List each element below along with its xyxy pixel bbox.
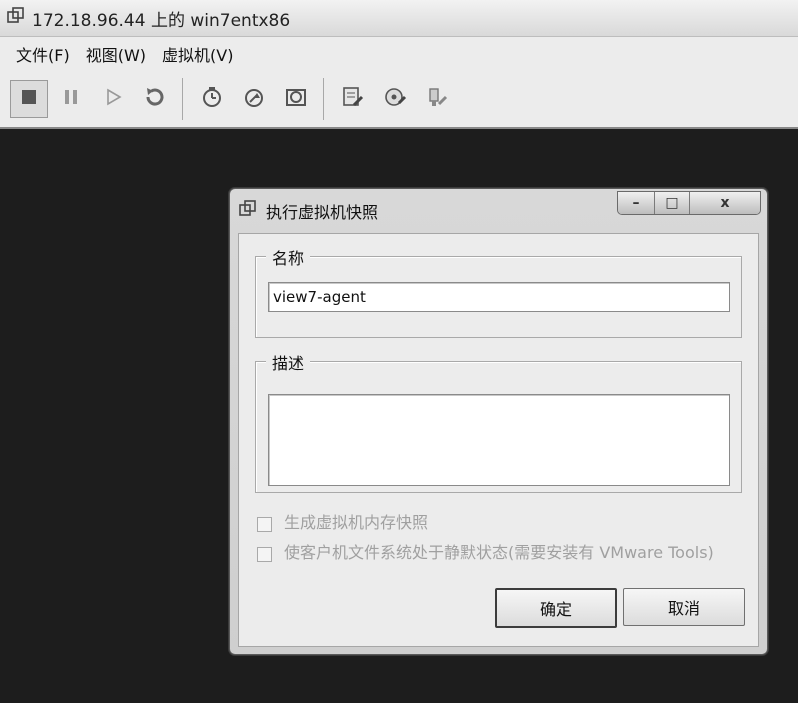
reset-button[interactable] bbox=[136, 80, 174, 118]
take-snapshot-button[interactable] bbox=[193, 80, 231, 118]
suspend-button[interactable] bbox=[52, 80, 90, 118]
memory-snapshot-label: 生成虚拟机内存快照 bbox=[284, 513, 429, 532]
connect-usb-icon bbox=[425, 85, 449, 113]
description-group-label: 描述 bbox=[266, 350, 311, 374]
memory-snapshot-option[interactable]: 生成虚拟机内存快照 bbox=[257, 514, 428, 532]
snapshot-manager-icon bbox=[284, 85, 308, 113]
menu-view[interactable]: 视图(W) bbox=[80, 42, 152, 66]
quiesce-filesystem-option[interactable]: 使客户机文件系统处于静默状态(需要安装有 VMware Tools) bbox=[257, 544, 727, 562]
toolbar-separator bbox=[182, 78, 183, 120]
vmware-app-icon bbox=[6, 6, 26, 30]
revert-snapshot-icon bbox=[242, 85, 266, 113]
edit-settings-icon bbox=[341, 85, 365, 113]
window-controls: – □ x bbox=[617, 191, 761, 215]
power-off-icon bbox=[19, 87, 39, 111]
toolbar-separator bbox=[323, 78, 324, 120]
maximize-button[interactable]: □ bbox=[655, 192, 690, 214]
ok-button[interactable]: 确定 bbox=[495, 588, 617, 628]
window-title-bar: 172.18.96.44 上的 win7entx86 bbox=[0, 0, 798, 37]
menu-vm[interactable]: 虚拟机(V) bbox=[156, 42, 239, 66]
memory-snapshot-checkbox[interactable] bbox=[257, 517, 272, 532]
quiesce-filesystem-checkbox[interactable] bbox=[257, 547, 272, 562]
connect-cd-button[interactable] bbox=[376, 80, 414, 118]
toolbar bbox=[0, 71, 798, 129]
name-group-label: 名称 bbox=[266, 245, 311, 269]
quiesce-filesystem-label: 使客户机文件系统处于静默状态(需要安装有 VMware Tools) bbox=[284, 543, 714, 562]
take-snapshot-icon bbox=[200, 85, 224, 113]
edit-settings-button[interactable] bbox=[334, 80, 372, 118]
close-button[interactable]: x bbox=[690, 192, 760, 214]
dialog-title: 执行虚拟机快照 bbox=[266, 203, 379, 222]
menu-file[interactable]: 文件(F) bbox=[10, 42, 76, 66]
name-group: 名称 bbox=[255, 245, 742, 338]
dialog-title-bar: 执行虚拟机快照 bbox=[238, 197, 378, 225]
snapshot-name-input[interactable] bbox=[268, 282, 730, 312]
revert-snapshot-button[interactable] bbox=[235, 80, 273, 118]
window-title: 172.18.96.44 上的 win7entx86 bbox=[32, 10, 291, 31]
power-on-icon bbox=[103, 87, 123, 111]
dialog-app-icon bbox=[238, 199, 258, 223]
power-on-button[interactable] bbox=[94, 80, 132, 118]
description-group: 描述 bbox=[255, 350, 742, 493]
cancel-button[interactable]: 取消 bbox=[623, 588, 745, 626]
take-snapshot-dialog: 执行虚拟机快照 – □ x 名称 描述 生成虚拟机内存快照 使客户机文件系统处于… bbox=[229, 188, 768, 655]
suspend-icon bbox=[61, 87, 81, 111]
connect-cd-icon bbox=[383, 85, 407, 113]
power-off-button[interactable] bbox=[10, 80, 48, 118]
connect-usb-button[interactable] bbox=[418, 80, 456, 118]
menu-bar: 文件(F) 视图(W) 虚拟机(V) bbox=[0, 37, 798, 71]
snapshot-description-input[interactable] bbox=[268, 394, 730, 486]
reset-icon bbox=[144, 86, 166, 112]
minimize-button[interactable]: – bbox=[618, 192, 655, 214]
snapshot-manager-button[interactable] bbox=[277, 80, 315, 118]
dialog-body: 名称 描述 生成虚拟机内存快照 使客户机文件系统处于静默状态(需要安装有 VMw… bbox=[238, 233, 759, 647]
